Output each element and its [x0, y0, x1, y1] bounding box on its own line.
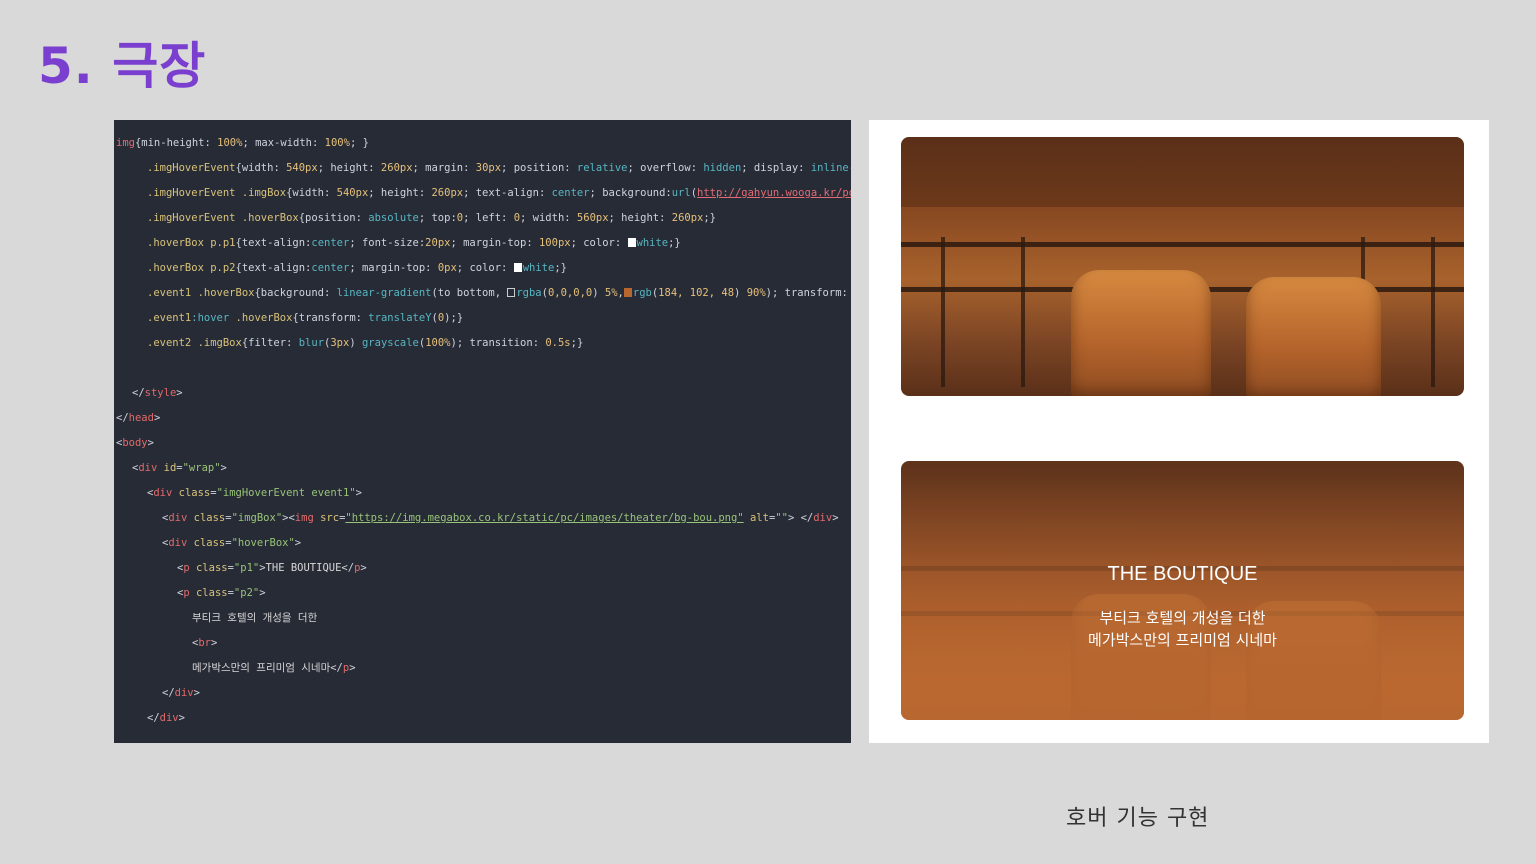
theater-image-card[interactable]: [901, 137, 1464, 396]
code-line: .hoverBox p.p2{text-align:center; margin…: [147, 262, 567, 274]
code-line: </div>: [147, 712, 185, 724]
result-preview: THE BOUTIQUE 부티크 호텔의 개성을 더한 메가박스만의 프리미엄 …: [869, 120, 1489, 743]
code-line: .imgHoverEvent{width: 540px; height: 260…: [147, 162, 851, 174]
code-editor-screenshot: img{min-height: 100%; max-width: 100%; }…: [114, 120, 851, 743]
code-line: .hoverBox p.p1{text-align:center; font-s…: [147, 237, 681, 249]
hover-description: 부티크 호텔의 개성을 더한 메가박스만의 프리미엄 시네마: [901, 607, 1464, 651]
railing-post: [941, 237, 945, 387]
code-line: </div>: [162, 687, 200, 699]
code-line: .imgHoverEvent .hoverBox{position: absol…: [147, 212, 717, 224]
hover-description-line: 부티크 호텔의 개성을 더한: [1099, 609, 1266, 627]
slide-caption: 호버 기능 구현: [1066, 806, 1210, 831]
code-line: </style>: [132, 387, 183, 399]
code-line: </head>: [116, 412, 161, 424]
railing-post: [1431, 237, 1435, 387]
code-line: <br>: [192, 637, 218, 649]
code-line: <p class="p2">: [177, 587, 266, 599]
code-line: 부티크 호텔의 개성을 더한: [192, 612, 318, 624]
hover-title: THE BOUTIQUE: [1107, 563, 1258, 585]
hover-gradient-overlay: [901, 461, 1464, 720]
code-line: <p class="p1">THE BOUTIQUE</p>: [177, 562, 367, 574]
code-line: .event1:hover .hoverBox{transform: trans…: [147, 312, 464, 324]
code-line: .event1 .hoverBox{background: linear-gra…: [147, 287, 851, 299]
code-line: <div class="hoverBox">: [162, 537, 302, 549]
railing: [901, 242, 1464, 247]
code-line: img{min-height: 100%; max-width: 100%; }: [116, 137, 369, 149]
code-line: .event2 .imgBox{filter: blur(3px) graysc…: [147, 337, 584, 349]
railing-post: [1021, 237, 1025, 387]
armchair: [1246, 277, 1381, 396]
background-wall: [901, 137, 1464, 207]
armchair: [1071, 270, 1211, 396]
hover-description-line: 메가박스만의 프리미엄 시네마: [1088, 631, 1277, 649]
code-line: .imgHoverEvent .imgBox{width: 540px; hei…: [147, 187, 851, 199]
code-line: 메가박스만의 프리미엄 시네마</p>: [192, 662, 356, 674]
theater-hover-card[interactable]: THE BOUTIQUE 부티크 호텔의 개성을 더한 메가박스만의 프리미엄 …: [901, 461, 1464, 720]
slide-title: 5. 극장: [38, 37, 207, 95]
code-line: <div class="imgBox"><img src="https://im…: [162, 512, 839, 524]
code-line: <div id="wrap">: [132, 462, 227, 474]
code-line: <body>: [116, 437, 154, 449]
code-line: <div class="imgHoverEvent event1">: [147, 487, 362, 499]
